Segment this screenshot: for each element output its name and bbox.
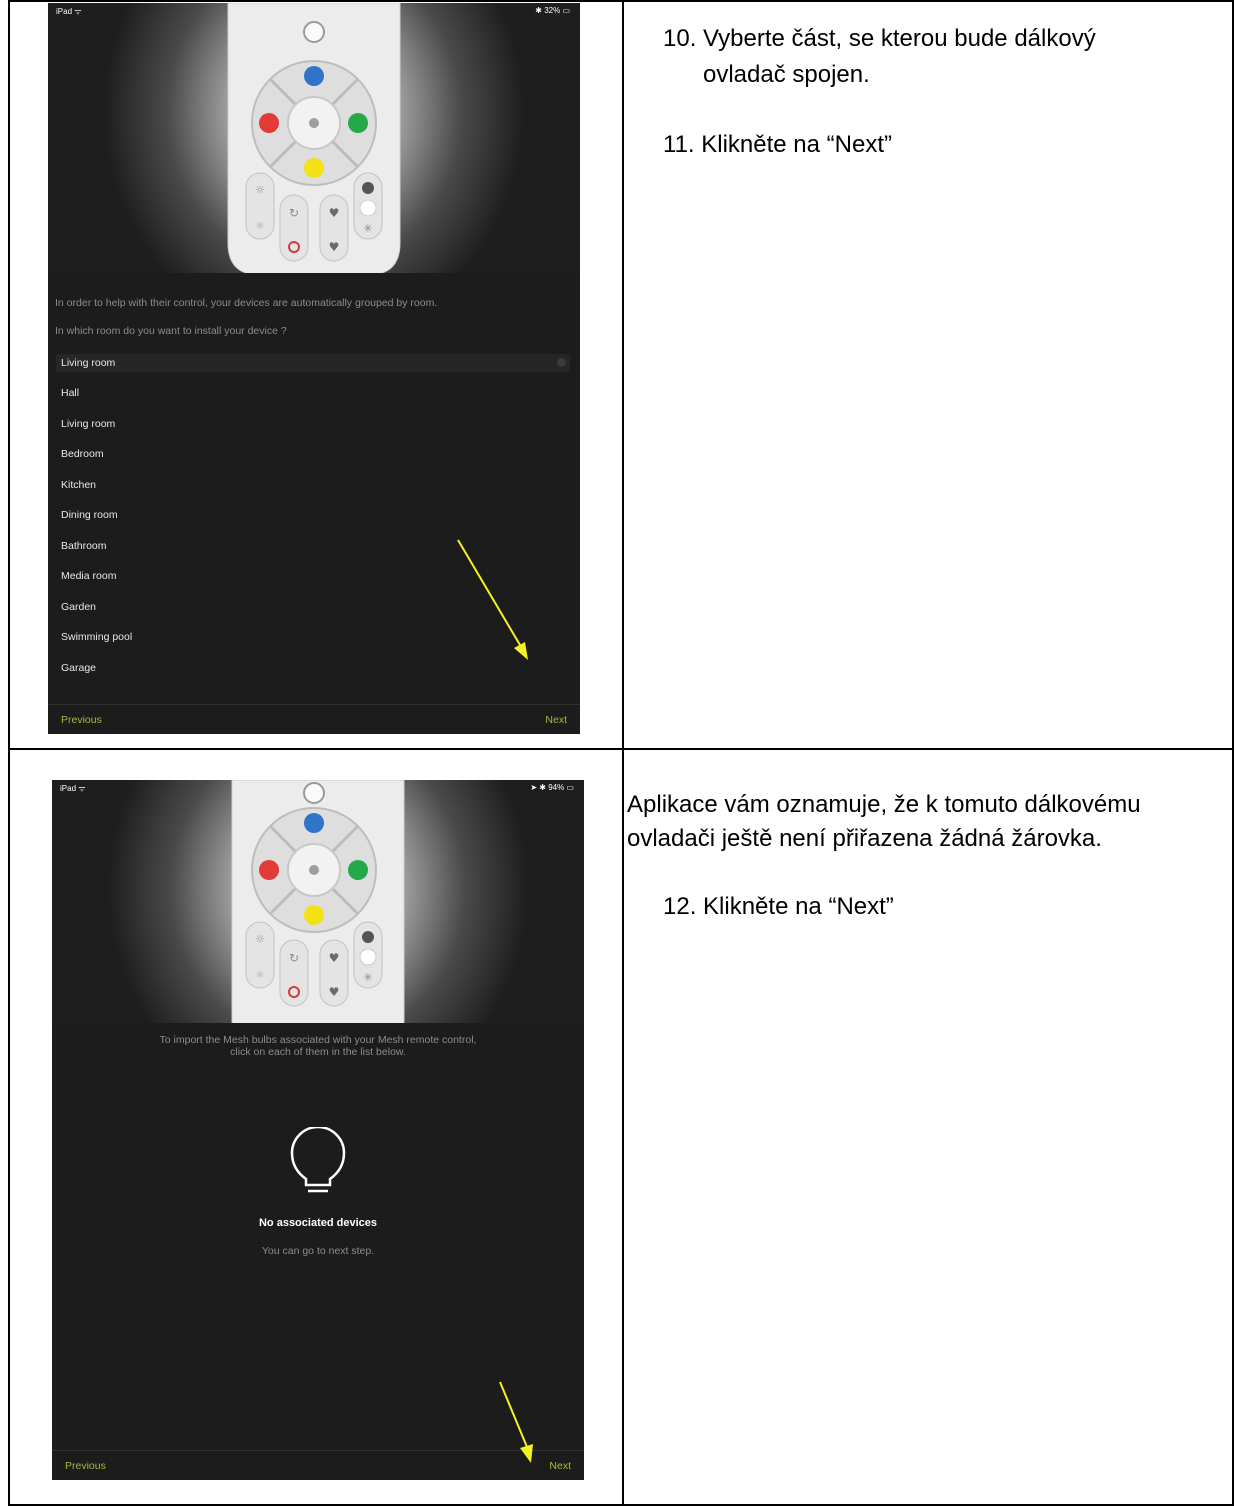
- room-item-swimming-pool[interactable]: Swimming pool: [61, 631, 132, 643]
- green-button: [348, 113, 368, 133]
- svg-text:↻: ↻: [289, 951, 299, 965]
- svg-text:☼: ☼: [256, 221, 265, 232]
- status-device-label: iPad ᯤ: [60, 784, 86, 793]
- row2-intro-line-1: Aplikace vám oznamuje, že k tomuto dálko…: [627, 791, 1141, 818]
- remote-control-image: ☼ ☼ ↻ ♥ ♥ ✳: [231, 780, 405, 1050]
- svg-text:♥: ♥: [329, 240, 340, 254]
- remote-hero-image: ☼ ☼ ↻ ♥ ♥ ✳ iPad ᯤ ➤ ✱ 94% ▭: [52, 780, 584, 1050]
- next-button[interactable]: Next: [549, 1460, 571, 1472]
- blue-button: [304, 813, 324, 833]
- import-instruction-line-1: To import the Mesh bulbs associated with…: [159, 1034, 477, 1046]
- svg-text:♥: ♥: [329, 985, 340, 999]
- yellow-button: [304, 905, 324, 925]
- room-item-bathroom[interactable]: Bathroom: [61, 540, 107, 552]
- svg-text:♥: ♥: [329, 951, 340, 965]
- selected-indicator-icon: [557, 358, 566, 367]
- lightbulb-icon: [290, 1127, 346, 1193]
- associated-devices-panel: To import the Mesh bulbs associated with…: [52, 1023, 584, 1480]
- room-item-bedroom[interactable]: Bedroom: [61, 448, 104, 460]
- wizard-footer: Previous Next: [52, 1450, 584, 1480]
- status-battery: ➤ ✱ 94% ▭: [530, 783, 574, 792]
- screenshot-room-selection: ☼ ☼ ↻ ♥ ♥ ✳ iPad ᯤ ✱ 32% ▭ In order to h…: [48, 3, 580, 734]
- table-row-divider: [8, 748, 1234, 750]
- room-item-garden[interactable]: Garden: [61, 601, 96, 613]
- ios-status-bar: iPad ᯤ ➤ ✱ 94% ▭: [52, 780, 584, 796]
- empty-state-title: No associated devices: [258, 1217, 377, 1229]
- room-item-living-room[interactable]: Living room: [61, 418, 115, 430]
- room-item-garage[interactable]: Garage: [61, 662, 96, 674]
- row2-intro-line-2: ovladači ještě není přiřazena žádná žáro…: [627, 825, 1102, 852]
- svg-text:✳: ✳: [363, 222, 372, 235]
- red-button: [259, 860, 279, 880]
- step-11-text: 11. Klikněte na “Next”: [663, 131, 892, 158]
- selected-room-row[interactable]: Living room: [56, 354, 570, 372]
- room-question: In which room do you want to install you…: [55, 325, 287, 337]
- svg-text:☼: ☼: [256, 970, 265, 981]
- power-icon: [303, 21, 325, 43]
- remote-control-image: ☼ ☼ ↻ ♥ ♥ ✳: [227, 3, 401, 273]
- selected-room-label: Living room: [61, 357, 116, 369]
- step-12-text: 12. Klikněte na “Next”: [663, 893, 894, 920]
- room-item-kitchen[interactable]: Kitchen: [61, 479, 96, 491]
- ios-status-bar: iPad ᯤ ✱ 32% ▭: [48, 3, 580, 19]
- table-border-top: [8, 0, 1234, 2]
- svg-text:☼: ☼: [255, 932, 266, 946]
- empty-state-subtitle: You can go to next step.: [261, 1245, 375, 1257]
- red-button: [259, 113, 279, 133]
- svg-text:↻: ↻: [289, 206, 299, 220]
- yellow-button: [304, 158, 324, 178]
- green-button: [348, 860, 368, 880]
- room-item-media-room[interactable]: Media room: [61, 570, 116, 582]
- room-item-hall[interactable]: Hall: [61, 387, 79, 399]
- table-border-left: [8, 0, 10, 1506]
- screenshot-associated-devices: ☼ ☼ ↻ ♥ ♥ ✳ iPad ᯤ ➤ ✱ 94% ▭ To import t…: [52, 780, 584, 1480]
- table-column-divider: [622, 0, 624, 1506]
- svg-text:♥: ♥: [329, 206, 340, 220]
- svg-text:✳: ✳: [363, 971, 372, 984]
- previous-button[interactable]: Previous: [65, 1460, 106, 1472]
- step-10-continuation: ovladač spojen.: [703, 61, 870, 88]
- step-10-text: 10. Vyberte část, se kterou bude dálkový: [663, 25, 1096, 52]
- import-instruction-line-2: click on each of them in the list below.: [230, 1046, 406, 1058]
- svg-text:☼: ☼: [255, 183, 266, 197]
- remote-hero-image: ☼ ☼ ↻ ♥ ♥ ✳ iPad ᯤ ✱ 32% ▭: [48, 3, 580, 273]
- blue-button: [304, 66, 324, 86]
- status-battery: ✱ 32% ▭: [535, 6, 570, 15]
- room-item-dining-room[interactable]: Dining room: [61, 509, 118, 521]
- next-button[interactable]: Next: [545, 714, 567, 726]
- status-device-label: iPad ᯤ: [56, 7, 82, 16]
- previous-button[interactable]: Previous: [61, 714, 102, 726]
- wizard-footer: Previous Next: [48, 704, 580, 734]
- grouping-intro: In order to help with their control, you…: [55, 297, 438, 309]
- room-selection-panel: In order to help with their control, you…: [48, 273, 580, 734]
